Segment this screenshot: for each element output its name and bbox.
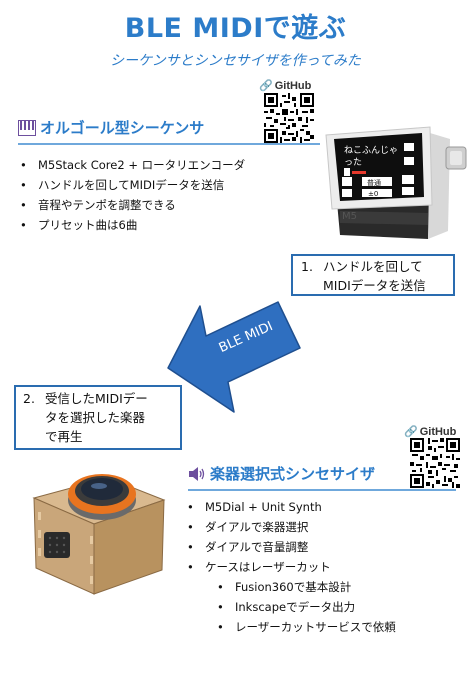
list-item: ダイアルで音量調整: [185, 537, 396, 557]
github-link-synth[interactable]: 🔗 GitHub: [404, 425, 457, 439]
list-item: ケースはレーザーカット: [185, 557, 396, 577]
ble-midi-arrow: [167, 301, 301, 413]
section-title-text: 楽器選択式シンセサイザ: [210, 465, 376, 483]
list-item: ダイアルで楽器選択: [185, 517, 396, 537]
section-divider: [18, 143, 320, 145]
callout-line: ハンドルを回して: [323, 259, 423, 274]
callout-line: タを選択した楽器: [45, 410, 146, 425]
piano-icon: [18, 119, 36, 136]
github-label: GitHub: [274, 79, 312, 92]
list-item: M5Stack Core2 + ロータリエンコーダ: [18, 155, 245, 175]
speaker-icon: [189, 466, 205, 481]
sequencer-device-photo: ねこふんじゃ った 普通 ±0 M5: [325, 126, 467, 239]
device-brand-mark: M5: [342, 211, 357, 222]
callout-line: 受信したMIDIデー: [45, 391, 148, 406]
callout-number: 1.: [301, 259, 313, 274]
callout-number: 2.: [23, 391, 35, 406]
screen-text-line2: った: [344, 157, 362, 168]
qr-code-sequencer[interactable]: [264, 93, 314, 143]
list-item: ハンドルを回してMIDIデータを送信: [18, 175, 245, 195]
callout-line: で再生: [45, 429, 83, 444]
section-title-sequencer: オルゴール型シーケンサ: [18, 117, 204, 138]
page-subtitle: シーケンサとシンセサイザを作ってみた: [110, 53, 361, 69]
github-link-sequencer[interactable]: 🔗 GitHub: [259, 79, 312, 93]
synth-device-photo: [32, 474, 166, 595]
section-title-synth: 楽器選択式シンセサイザ: [188, 463, 375, 484]
screen-value-left: 普通: [367, 178, 381, 187]
sub-list-item: Fusion360で基本設計: [185, 577, 396, 597]
sub-list-item: レーザーカットサービスで依頼: [185, 617, 396, 637]
link-icon: 🔗: [259, 80, 273, 92]
section-divider: [188, 489, 456, 491]
page-title: BLE MIDIで遊ぶ: [124, 13, 347, 44]
callout-step-1: 1. ハンドルを回して MIDIデータを送信: [291, 254, 455, 296]
qr-code-synth[interactable]: [410, 438, 460, 488]
sequencer-bullet-list: M5Stack Core2 + ロータリエンコーダ ハンドルを回してMIDIデー…: [18, 155, 245, 235]
sub-list-item: Inkscapeでデータ出力: [185, 597, 396, 617]
section-title-text: オルゴール型シーケンサ: [40, 119, 205, 137]
callout-step-2: 2. 受信したMIDIデー タを選択した楽器 で再生: [14, 385, 182, 450]
list-item: 音程やテンポを調整できる: [18, 195, 245, 215]
screen-text-line1: ねこふんじゃ: [344, 145, 398, 156]
synth-bullet-list: M5Dial + Unit Synth ダイアルで楽器選択 ダイアルで音量調整 …: [185, 497, 396, 637]
callout-line: MIDIデータを送信: [323, 278, 426, 293]
github-label: GitHub: [419, 425, 457, 438]
list-item: M5Dial + Unit Synth: [185, 497, 396, 517]
link-icon: 🔗: [404, 426, 418, 438]
screen-value-right: ±0: [368, 190, 378, 198]
list-item: プリセット曲は6曲: [18, 215, 245, 235]
